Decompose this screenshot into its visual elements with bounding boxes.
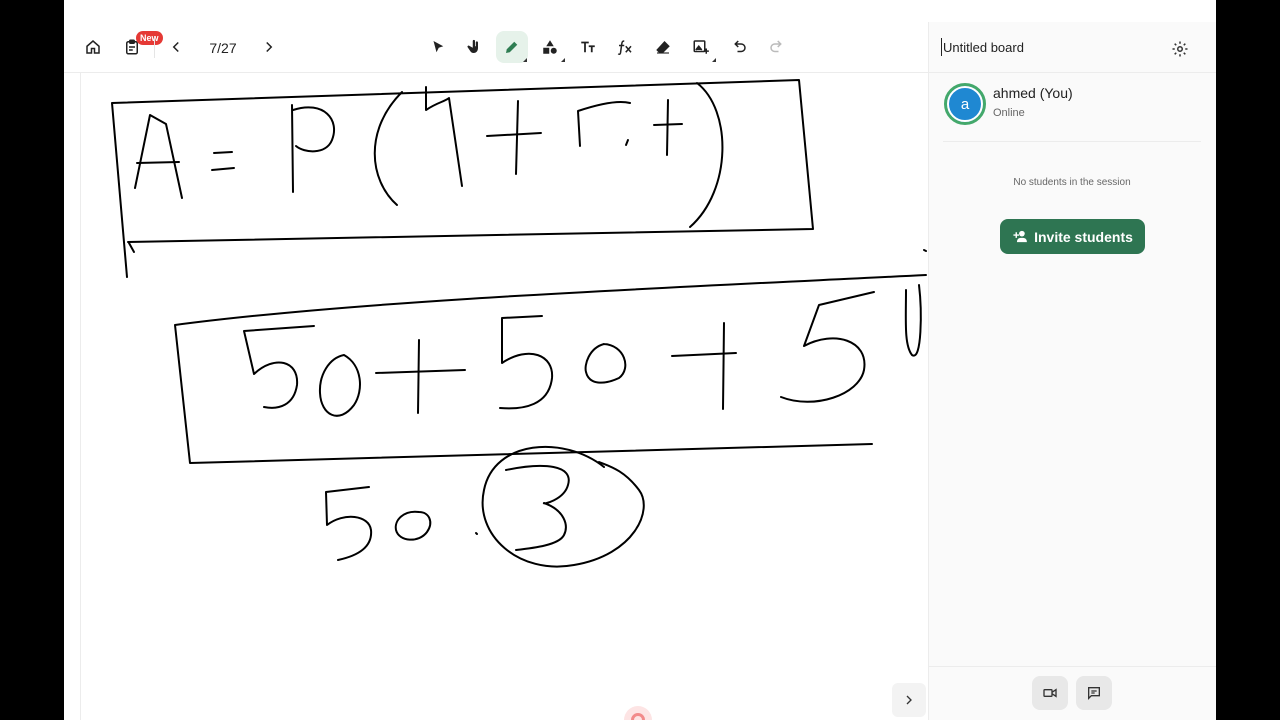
select-arrow-icon [433,41,444,53]
undo-button[interactable] [723,31,755,63]
whiteboard-app: New 7/27 Untitled board a ahmed (You) On… [64,0,1216,720]
chat-icon [1088,687,1100,700]
session-panel: Untitled board a ahmed (You) Online No s… [928,22,1216,720]
hand-icon [467,39,478,53]
toolbar-divider [154,36,155,58]
eraser-tool-button[interactable] [647,31,679,63]
expand-panel-button[interactable] [892,683,926,717]
redo-icon [770,40,782,53]
page-counter: 7/27 [209,40,237,56]
avatar: a [944,83,986,125]
text-icon [581,41,595,53]
add-image-icon [693,40,709,54]
gear-icon [1172,41,1188,57]
settings-button[interactable] [1167,36,1193,62]
video-camera-icon [1043,688,1057,698]
add-image-button[interactable] [685,31,717,63]
home-icon [86,40,100,54]
canvas-edge [80,73,81,720]
new-badge: New [136,31,163,45]
whiteboard-canvas[interactable] [64,73,928,720]
pen-icon [506,41,518,53]
select-tool-button[interactable] [422,31,454,63]
next-page-button[interactable] [253,31,285,63]
board-title-input[interactable]: Untitled board [941,38,1024,56]
top-strip [64,0,1216,22]
shapes-tool-button[interactable] [534,31,566,63]
user-name: ahmed (You) [993,85,1073,101]
chevron-right-icon [266,41,273,53]
invite-students-button[interactable]: Invite students [1000,219,1145,254]
toolbar: New 7/27 [64,22,928,73]
previous-page-button[interactable] [160,31,192,63]
pen-tool-button[interactable] [496,31,528,63]
hand-tool-button[interactable] [459,31,491,63]
text-tool-button[interactable] [572,31,604,63]
divider [943,141,1201,142]
redo-button[interactable] [761,31,793,63]
dropdown-corner-icon [712,58,716,62]
formula-icon [617,40,632,55]
avatar-letter: a [960,95,970,113]
home-button[interactable] [77,31,109,63]
eraser-icon [656,41,670,54]
add-user-icon [1013,230,1027,243]
dropdown-corner-icon [523,58,527,62]
invite-students-label: Invite students [1034,228,1133,245]
video-call-button[interactable] [1032,676,1068,710]
chevron-left-icon [172,41,179,53]
empty-state-text: No students in the session [1013,177,1131,188]
chevron-right-icon [906,695,912,705]
formula-tool-button[interactable] [609,31,641,63]
divider [929,72,1216,73]
record-icon [631,713,645,720]
dropdown-corner-icon [561,58,565,62]
user-status: Online [993,107,1025,119]
chat-button[interactable] [1076,676,1112,710]
shapes-icon [543,40,557,54]
avatar-circle: a [947,86,983,122]
divider [929,666,1216,667]
handwriting-drawing [111,79,927,568]
undo-icon [734,40,746,53]
